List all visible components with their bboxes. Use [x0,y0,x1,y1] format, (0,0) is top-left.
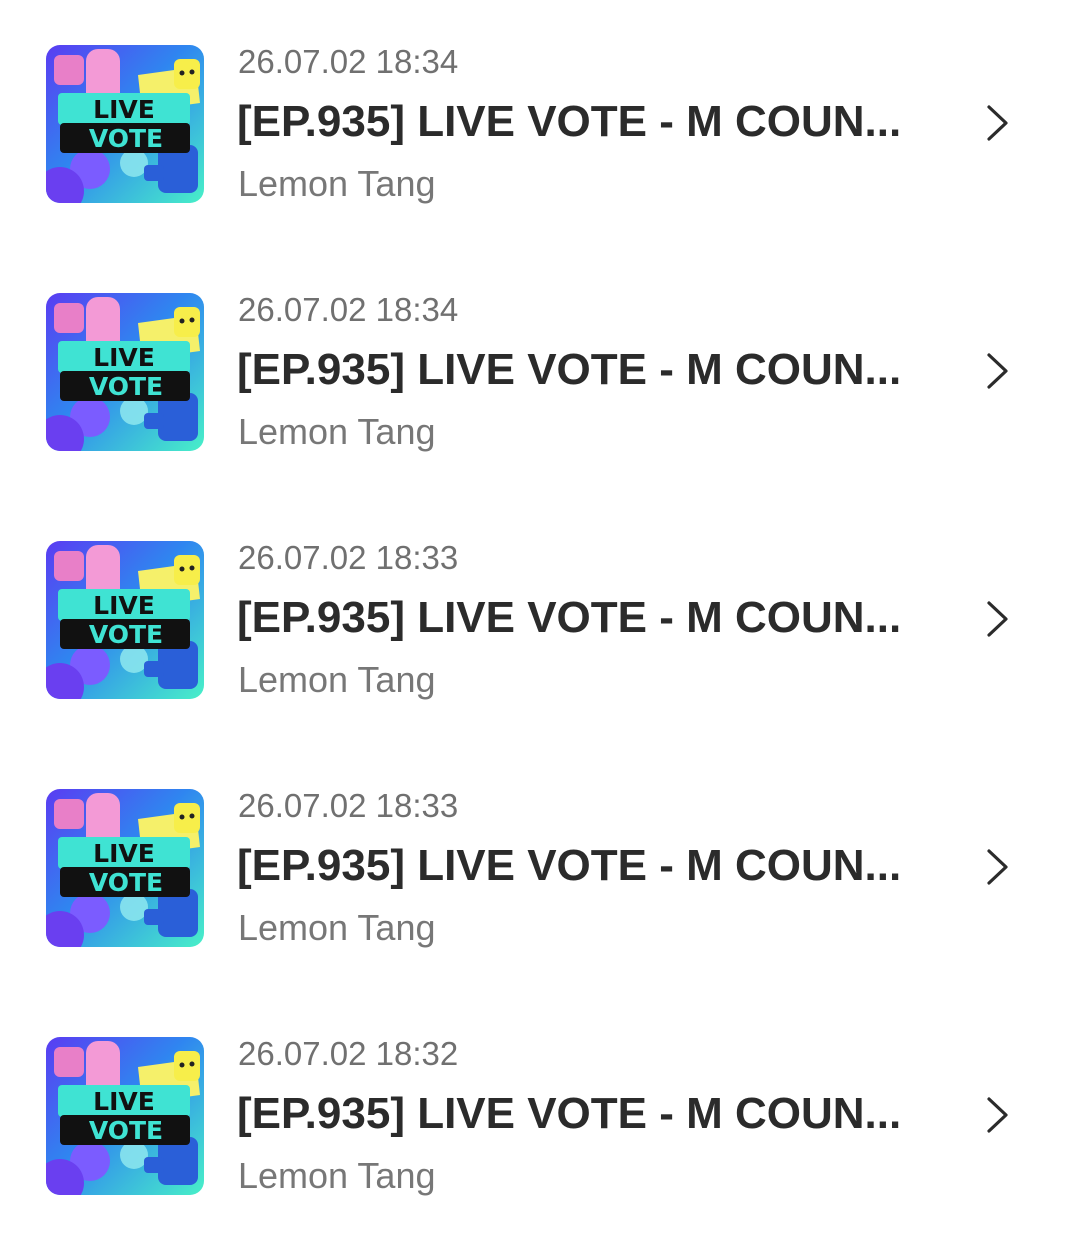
item-title: [EP.935] LIVE VOTE - M COUN... [237,345,902,394]
thumbnail-label-bottom: VOTE [89,372,163,401]
item-date: 26.07.02 18:33 [238,539,459,576]
thumbnail-label-top: LIVE [93,95,155,124]
item-date: 26.07.02 18:34 [238,43,459,80]
chevron-right-icon[interactable] [980,1095,1014,1135]
item-date: 26.07.02 18:34 [238,291,459,328]
chevron-right-icon[interactable] [980,599,1014,639]
thumbnail-label-bottom: VOTE [89,620,163,649]
chevron-right-icon[interactable] [980,847,1014,887]
thumbnail-label-top: LIVE [93,1087,155,1116]
item-author: Lemon Tang [238,1155,436,1196]
item-author: Lemon Tang [238,659,436,700]
thumbnail-label-top: LIVE [93,839,155,868]
item-title: [EP.935] LIVE VOTE - M COUN... [237,97,902,146]
live-vote-thumbnail: LIVE VOTE [46,789,204,947]
item-author: Lemon Tang [238,411,436,452]
live-vote-thumbnail: LIVE VOTE [46,541,204,699]
thumbnail-label-bottom: VOTE [89,1116,163,1145]
live-vote-thumbnail: LIVE VOTE [46,45,204,203]
chevron-right-icon[interactable] [980,103,1014,143]
thumbnail-label-bottom: VOTE [89,124,163,153]
thumbnail-label-top: LIVE [93,591,155,620]
item-author: Lemon Tang [238,163,436,204]
chevron-right-icon[interactable] [980,351,1014,391]
list-item[interactable]: LIVE VOTE 26.07.02 18:33 [EP.935] LIVE V… [0,496,1080,744]
list-item[interactable]: LIVE VOTE 26.07.02 18:34 [EP.935] LIVE V… [0,248,1080,496]
thumbnail-label-bottom: VOTE [89,868,163,897]
live-vote-thumbnail: LIVE VOTE [46,1037,204,1195]
list-item[interactable]: LIVE VOTE 26.07.02 18:34 [EP.935] LIVE V… [0,0,1080,248]
list-item[interactable]: LIVE VOTE 26.07.02 18:32 [EP.935] LIVE V… [0,992,1080,1240]
item-author: Lemon Tang [238,907,436,948]
item-title: [EP.935] LIVE VOTE - M COUN... [237,841,902,890]
item-title: [EP.935] LIVE VOTE - M COUN... [237,1089,902,1138]
item-date: 26.07.02 18:32 [238,1035,459,1072]
list-item[interactable]: LIVE VOTE 26.07.02 18:33 [EP.935] LIVE V… [0,744,1080,992]
item-date: 26.07.02 18:33 [238,787,459,824]
item-title: [EP.935] LIVE VOTE - M COUN... [237,593,902,642]
live-vote-thumbnail: LIVE VOTE [46,293,204,451]
thumbnail-label-top: LIVE [93,343,155,372]
